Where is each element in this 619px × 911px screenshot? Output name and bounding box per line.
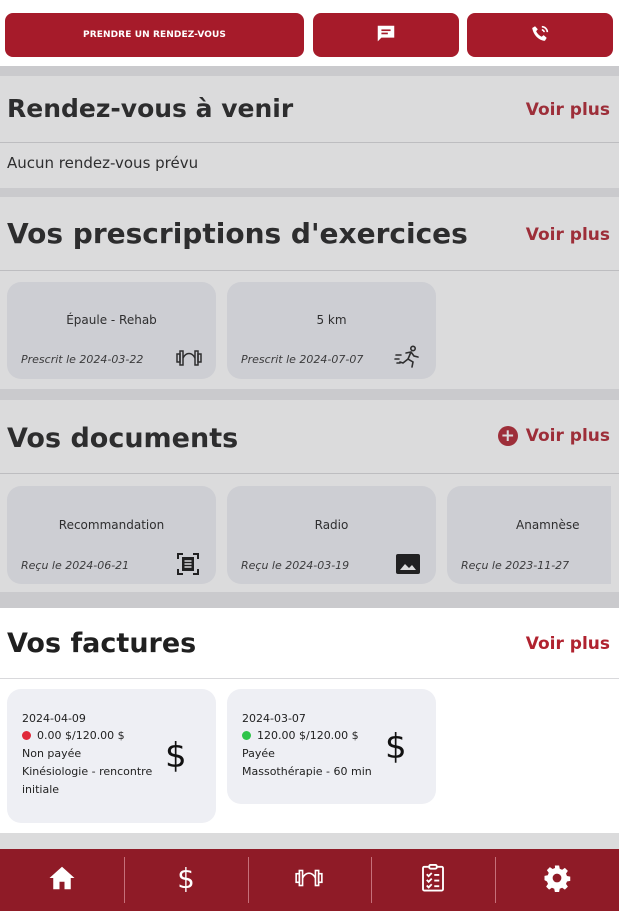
- documents-see-more-link[interactable]: + Voir plus: [497, 426, 610, 446]
- invoice-amount-row: 120.00 $/120.00 $: [242, 729, 359, 742]
- prescriptions-title: Vos prescriptions d'exercices: [7, 217, 468, 250]
- clipboard-icon: [418, 863, 448, 897]
- tab-home[interactable]: [0, 849, 124, 911]
- documents-section: Vos documents + Voir plus Recommandation…: [0, 400, 619, 592]
- appointments-section: Rendez-vous à venir Voir plus Aucun rend…: [0, 76, 619, 188]
- invoice-amount-row: 0.00 $/120.00 $: [22, 729, 125, 742]
- prescriptions-see-more-label: Voir plus: [525, 225, 610, 245]
- dumbbell-icon: [175, 348, 203, 372]
- appointments-see-more-link[interactable]: Voir plus: [526, 100, 610, 120]
- prescriptions-section: Vos prescriptions d'exercices Voir plus …: [0, 197, 619, 389]
- document-card[interactable]: Radio Reçu le 2024-03-19: [227, 486, 436, 584]
- documents-header: Vos documents + Voir plus: [0, 400, 619, 474]
- prescription-title: Épaule - Rehab: [66, 313, 157, 327]
- message-button[interactable]: [313, 13, 459, 57]
- book-appointment-button[interactable]: PRENDRE UN RENDEZ-VOUS: [5, 13, 304, 57]
- unpaid-status-dot: [22, 731, 31, 740]
- invoice-service-line: initiale: [22, 783, 60, 796]
- invoice-amount: 0.00 $/120.00 $: [37, 729, 125, 742]
- invoice-date: 2024-04-09: [22, 712, 86, 725]
- phone-icon: [529, 23, 551, 48]
- gear-icon: [542, 863, 572, 897]
- runner-icon: [394, 345, 422, 373]
- prescription-card[interactable]: Épaule - Rehab Prescrit le 2024-03-22: [7, 282, 216, 379]
- prescription-date: Prescrit le 2024-07-07: [241, 353, 364, 366]
- document-date: Reçu le 2024-03-19: [241, 559, 350, 572]
- invoice-status: Payée: [242, 747, 275, 760]
- invoices-see-more-label: Voir plus: [525, 634, 610, 654]
- document-title: Anamnèse: [516, 518, 580, 532]
- invoice-status: Non payée: [22, 747, 82, 760]
- invoice-service: Massothérapie - 60 min: [242, 765, 372, 778]
- documents-see-more-label: Voir plus: [525, 426, 610, 446]
- prescription-card[interactable]: 5 km Prescrit le 2024-07-07: [227, 282, 436, 379]
- document-date: Reçu le 2024-06-21: [21, 559, 130, 572]
- appointments-title: Rendez-vous à venir: [7, 94, 294, 123]
- invoices-see-more-link[interactable]: Voir plus: [526, 634, 610, 654]
- document-card[interactable]: Recommandation Reçu le 2024-06-21: [7, 486, 216, 584]
- prescription-title: 5 km: [316, 313, 347, 327]
- document-title: Radio: [314, 518, 349, 532]
- invoice-amount: 120.00 $/120.00 $: [257, 729, 359, 742]
- document-title: Recommandation: [58, 518, 165, 532]
- home-icon: [47, 863, 77, 897]
- svg-text:$: $: [177, 863, 195, 893]
- tab-exercises[interactable]: [247, 849, 372, 911]
- document-scan-icon: [177, 553, 199, 579]
- document-date: Reçu le 2023-11-27: [461, 559, 570, 572]
- tab-billing[interactable]: $: [123, 849, 248, 911]
- invoice-card[interactable]: 2024-04-09 0.00 $/120.00 $ Non payée Kin…: [7, 689, 216, 823]
- book-appointment-label: PRENDRE UN RENDEZ-VOUS: [83, 30, 226, 40]
- invoice-card[interactable]: 2024-03-07 120.00 $/120.00 $ Payée Masso…: [227, 689, 436, 804]
- invoices-title: Vos factures: [7, 628, 197, 659]
- document-card[interactable]: Anamnèse Reçu le 2023-11-27: [447, 486, 611, 584]
- appointments-see-more-label: Voir plus: [525, 100, 610, 120]
- phone-button[interactable]: [467, 13, 613, 57]
- appointments-header: Rendez-vous à venir Voir plus: [0, 76, 619, 143]
- dumbbell-icon: [294, 863, 324, 897]
- appointments-empty-text: Aucun rendez-vous prévu: [7, 154, 199, 172]
- invoice-date: 2024-03-07: [242, 712, 306, 725]
- bottom-tab-bar: $: [0, 849, 619, 911]
- add-document-icon[interactable]: +: [497, 426, 518, 446]
- tab-settings[interactable]: [495, 849, 619, 911]
- prescriptions-header: Vos prescriptions d'exercices Voir plus: [0, 197, 619, 271]
- prescriptions-see-more-link[interactable]: Voir plus: [526, 225, 610, 245]
- image-icon: [396, 554, 420, 578]
- documents-title: Vos documents: [7, 423, 239, 454]
- top-action-bar: PRENDRE UN RENDEZ-VOUS: [0, 0, 619, 66]
- tab-forms[interactable]: [371, 849, 495, 911]
- prescription-date: Prescrit le 2024-03-22: [21, 353, 144, 366]
- dollar-icon: $: [171, 863, 201, 897]
- paid-status-dot: [242, 731, 251, 740]
- invoice-service-line: Kinésiologie - rencontre: [22, 765, 153, 778]
- invoices-header: Vos factures Voir plus: [0, 608, 619, 679]
- dollar-icon: $: [385, 727, 407, 767]
- dollar-icon: $: [165, 736, 187, 776]
- invoices-section: Vos factures Voir plus 2024-04-09 0.00 $…: [0, 608, 619, 833]
- message-icon: [375, 23, 397, 48]
